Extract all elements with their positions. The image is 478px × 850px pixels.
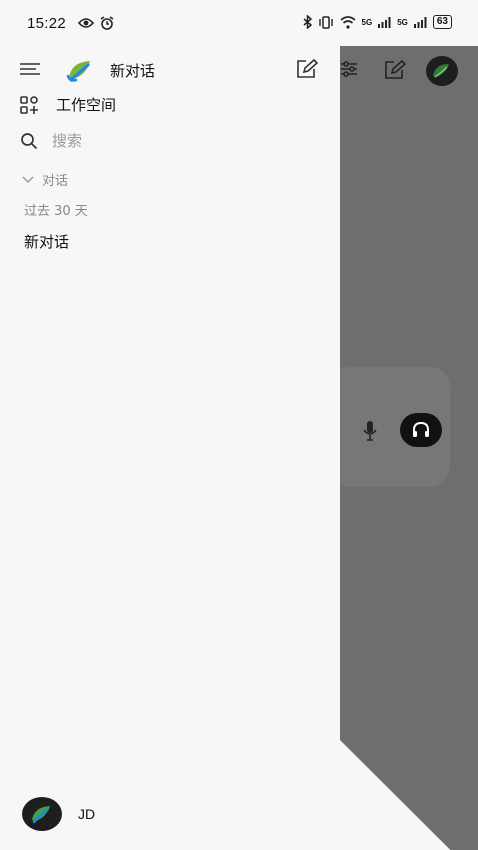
section-label: 对话: [42, 174, 69, 189]
user-name: JD: [78, 806, 96, 822]
workspace-item[interactable]: 工作空间: [20, 94, 116, 115]
search-placeholder: 搜索: [52, 132, 83, 150]
signal-icon-1: [378, 16, 391, 28]
status-right-icons: 5G 5G 63: [303, 15, 452, 29]
microphone-icon[interactable]: [362, 420, 378, 442]
leaf-logo-icon: [32, 806, 50, 824]
battery-indicator: 63: [432, 15, 452, 29]
eye-icon: [78, 18, 94, 28]
grid-plus-icon: [20, 95, 38, 114]
conversations-section-toggle[interactable]: 对话: [22, 170, 68, 189]
sidebar-drawer: 新对话 工作空间 搜索 对话 过去 30 天 新对话 JD: [0, 42, 340, 850]
wifi-icon: [340, 15, 356, 29]
alarm-icon: [100, 16, 114, 30]
search-input[interactable]: 搜索: [20, 130, 82, 151]
edit-icon[interactable]: [384, 60, 406, 80]
search-icon: [21, 132, 38, 149]
chevron-down-icon: [22, 176, 34, 183]
status-left-icons: [78, 16, 114, 30]
period-label: 过去 30 天: [24, 204, 88, 219]
sliders-icon[interactable]: [340, 60, 358, 78]
leaf-logo-icon: [433, 64, 449, 78]
main-content-overlay[interactable]: [340, 42, 478, 850]
vibrate-icon: [318, 15, 333, 29]
drawer-header: 新对话: [0, 54, 340, 90]
status-time: 15:22: [27, 15, 67, 32]
conversation-item[interactable]: 新对话: [24, 231, 69, 252]
overlay-fade: [340, 740, 451, 850]
headphones-icon: [413, 421, 429, 437]
leaf-logo-icon: [66, 61, 90, 82]
avatar[interactable]: [426, 56, 458, 86]
voice-mode-button[interactable]: [400, 413, 442, 447]
header-title: 新对话: [110, 62, 156, 80]
signal-label-1: 5G: [361, 17, 373, 27]
user-profile[interactable]: JD: [22, 797, 95, 831]
avatar: [22, 797, 62, 831]
status-bar: 15:22 5G 5G 63: [0, 0, 478, 46]
signal-label-2: 5G: [397, 17, 408, 27]
bluetooth-icon: [303, 15, 312, 29]
workspace-label: 工作空间: [56, 96, 117, 114]
new-chat-edit-icon[interactable]: [296, 59, 318, 79]
signal-icon-2: [413, 16, 427, 28]
menu-icon[interactable]: [20, 62, 40, 76]
